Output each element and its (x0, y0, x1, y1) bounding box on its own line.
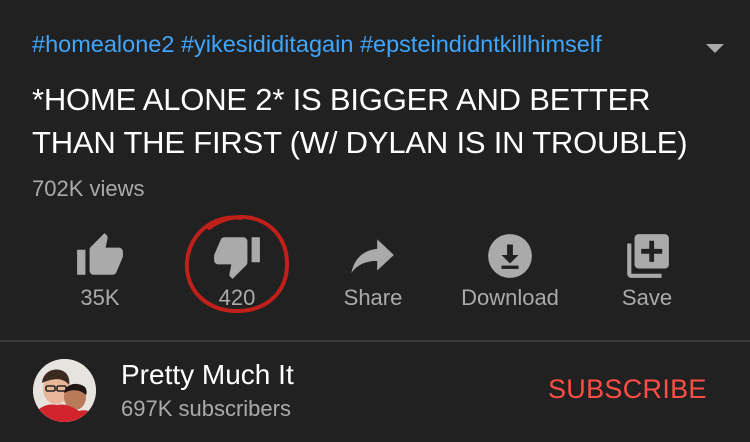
playlist-add-icon (627, 234, 669, 278)
video-details-panel: #homealone2 #yikesididitagain #epsteindi… (0, 0, 750, 442)
thumbs-down-icon (214, 237, 260, 279)
share-button[interactable]: Share (303, 228, 443, 318)
subscriber-count: 697K subscribers (121, 396, 291, 421)
chevron-down-icon[interactable] (704, 42, 726, 56)
dislike-count: 420 (218, 285, 256, 310)
hashtag-link[interactable]: #homealone2 (32, 31, 174, 57)
dislike-button[interactable]: 420 (167, 228, 307, 318)
channel-name[interactable]: Pretty Much It (121, 359, 294, 391)
download-label: Download (461, 285, 559, 310)
section-divider (0, 340, 750, 342)
hashtag-link[interactable]: #yikesididitagain (181, 31, 353, 57)
video-title: *HOME ALONE 2* IS BIGGER AND BETTER THAN… (32, 82, 688, 160)
thumbs-up-icon (77, 233, 123, 275)
download-icon (488, 234, 532, 278)
channel-avatar[interactable] (33, 359, 96, 422)
like-button[interactable]: 35K (30, 228, 170, 318)
hashtag-row: #homealone2 #yikesididitagain #epsteindi… (32, 31, 602, 58)
share-label: Share (343, 285, 403, 310)
avatar-photo (33, 359, 96, 422)
view-count: 702K views (32, 176, 145, 201)
share-arrow-icon (351, 239, 394, 274)
subscribe-button[interactable]: SUBSCRIBE (548, 374, 707, 405)
save-button[interactable]: Save (577, 228, 717, 318)
download-button[interactable]: Download (440, 228, 580, 318)
hashtag-link[interactable]: #epsteindidntkillhimself (360, 31, 602, 57)
like-count: 35K (80, 285, 120, 310)
action-bar: 35K 420 Share Download Save (0, 228, 750, 318)
save-label: Save (621, 285, 673, 310)
